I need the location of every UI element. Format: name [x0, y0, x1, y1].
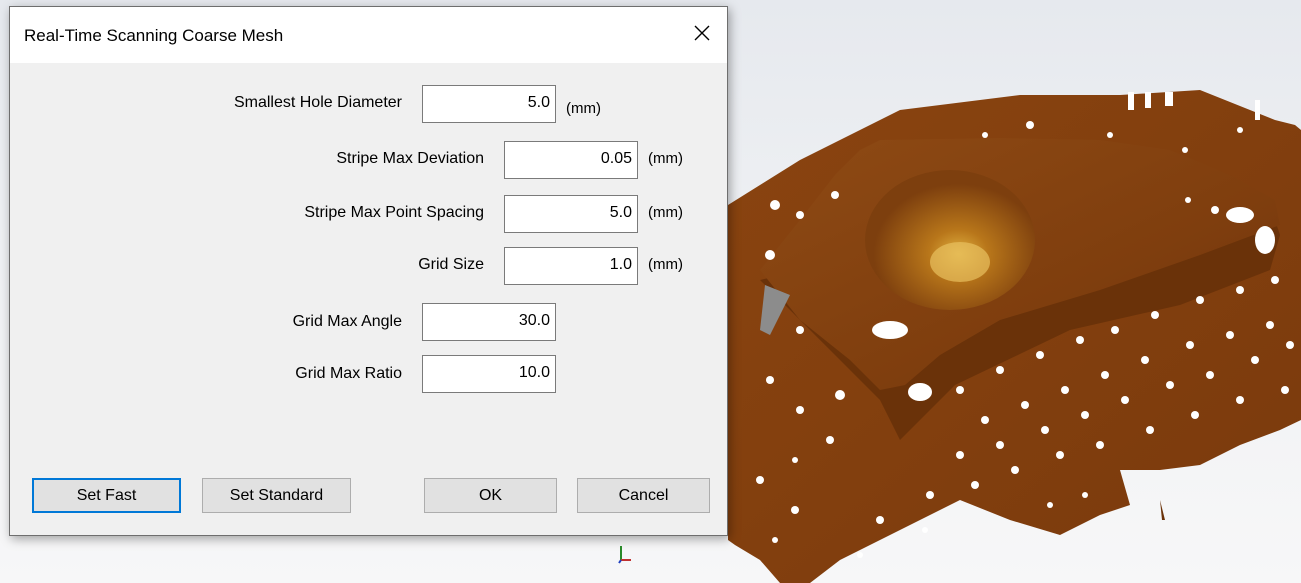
stripe-max-point-spacing-input[interactable]: 5.0 — [504, 195, 638, 233]
stripe-max-point-spacing-label: Stripe Max Point Spacing — [304, 204, 484, 221]
coarse-mesh-dialog: Real-Time Scanning Coarse Mesh Smallest … — [9, 6, 728, 536]
ok-button[interactable]: OK — [424, 478, 557, 513]
grid-max-ratio-input[interactable]: 10.0 — [422, 355, 556, 393]
stripe-max-deviation-unit: (mm) — [648, 150, 683, 167]
grid-size-label: Grid Size — [418, 256, 484, 273]
smallest-hole-diameter-label: Smallest Hole Diameter — [233, 94, 402, 111]
grid-size-unit: (mm) — [648, 256, 683, 273]
grid-max-ratio-label: Grid Max Ratio — [295, 365, 402, 382]
set-fast-button[interactable]: Set Fast — [32, 478, 181, 513]
dialog-title-bar[interactable]: Real-Time Scanning Coarse Mesh — [10, 7, 727, 63]
smallest-hole-diameter-input[interactable]: 5.0 — [422, 85, 556, 123]
dialog-title: Real-Time Scanning Coarse Mesh — [24, 26, 284, 45]
axis-triad-icon — [616, 543, 634, 570]
stripe-max-point-spacing-unit: (mm) — [648, 204, 683, 221]
stripe-max-deviation-label: Stripe Max Deviation — [336, 150, 484, 167]
grid-max-angle-label: Grid Max Angle — [292, 313, 402, 330]
stripe-max-deviation-input[interactable]: 0.05 — [504, 141, 638, 179]
close-button[interactable] — [677, 7, 727, 63]
grid-max-angle-input[interactable]: 30.0 — [422, 303, 556, 341]
smallest-hole-diameter-unit: (mm) — [566, 100, 601, 117]
close-icon — [694, 25, 710, 46]
grid-size-input[interactable]: 1.0 — [504, 247, 638, 285]
cancel-button[interactable]: Cancel — [577, 478, 710, 513]
set-standard-button[interactable]: Set Standard — [202, 478, 351, 513]
